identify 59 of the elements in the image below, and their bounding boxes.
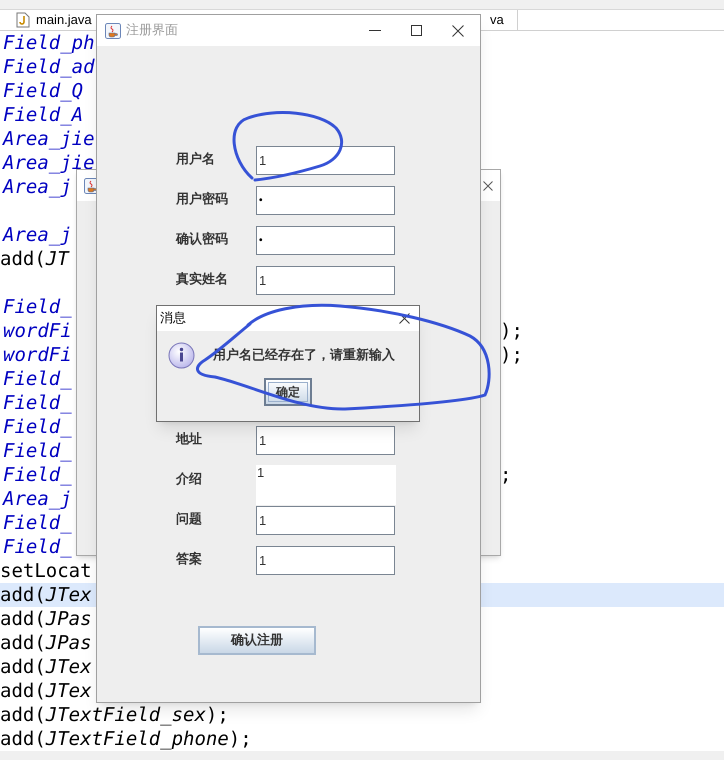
field-label: 答案 <box>176 550 203 570</box>
code-text: Field_ <box>2 439 73 463</box>
code-text: add(JTex <box>0 583 93 607</box>
code-text: Field_ <box>2 391 73 415</box>
field-label: 问题 <box>176 511 203 530</box>
text-field[interactable]: 1 <box>256 506 395 534</box>
code-text: add(JTextField_phone); <box>0 727 253 751</box>
code-text: ; <box>500 463 512 487</box>
code-text: setLocat <box>0 559 93 583</box>
code-text: Area_j <box>1 175 73 199</box>
password-field[interactable]: • <box>256 226 395 254</box>
field-label: 真实姓名 <box>176 270 229 290</box>
code-text: add(JTextField_sex); <box>0 703 230 727</box>
code-text: Field_A <box>2 103 84 127</box>
code-text: Area_j <box>1 223 73 247</box>
editor-tab[interactable]: main.java <box>12 10 96 30</box>
text-field[interactable]: 1 <box>256 426 395 454</box>
code-text: ); <box>500 343 523 367</box>
code-text: Field_ <box>2 367 73 391</box>
code-text: Field_Q <box>2 79 84 103</box>
code-text: Field_ <box>2 295 73 319</box>
code-text: Field_ <box>2 511 73 535</box>
field-label: 介绍 <box>176 471 203 490</box>
code-text: wordFi <box>2 343 73 367</box>
code-text: add(JPas <box>0 607 93 631</box>
code-text: Field_ <box>2 415 73 439</box>
text-field[interactable]: 1 <box>256 546 395 574</box>
code-text: add(JPas <box>0 631 93 655</box>
code-text: Area_jie <box>1 151 96 175</box>
editor-tab[interactable]: va <box>485 10 518 30</box>
maximize-icon[interactable] <box>411 25 422 36</box>
text-area[interactable]: 1 <box>256 465 396 505</box>
close-icon[interactable] <box>399 313 410 324</box>
code-text: Field_ad <box>2 55 96 79</box>
text-field[interactable]: 1 <box>256 266 395 294</box>
field-label: 地址 <box>176 431 203 450</box>
code-text: add(JTex <box>0 679 93 703</box>
code-text: Area_jie <box>1 127 96 151</box>
field-label: 用户密码 <box>176 190 229 210</box>
code-text: ); <box>500 319 523 343</box>
minimize-icon[interactable] <box>369 30 381 32</box>
code-text: add(JTex <box>0 655 93 679</box>
register-button[interactable]: 确认注册 <box>198 626 316 655</box>
code-text: Field_ <box>2 463 73 487</box>
info-icon <box>168 342 195 369</box>
field-label: 确认密码 <box>176 230 229 250</box>
code-text: Field_ <box>2 535 73 559</box>
close-icon[interactable] <box>452 24 464 36</box>
code-text: Area_j <box>1 487 73 511</box>
java-app-icon <box>105 22 121 38</box>
code-text: add(JT <box>0 247 70 271</box>
text-field[interactable]: 1 <box>256 146 395 174</box>
code-text: Field_ph <box>2 31 96 55</box>
close-icon[interactable] <box>483 180 493 190</box>
code-text: wordFi <box>2 319 73 343</box>
dialog-title: 消息 <box>160 310 186 328</box>
password-field[interactable]: • <box>256 186 395 214</box>
field-label: 用户名 <box>176 150 216 170</box>
window-title: 注册界面 <box>126 22 178 40</box>
